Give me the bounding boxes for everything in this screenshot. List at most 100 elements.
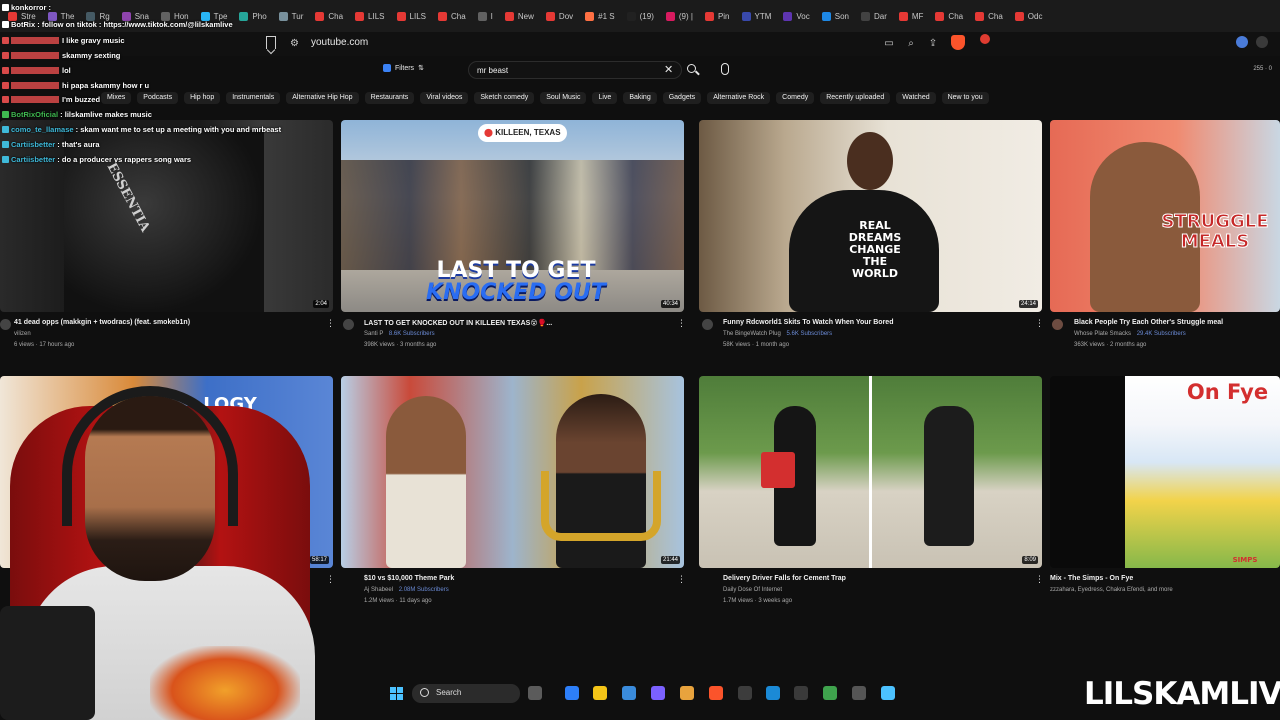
- video-title[interactable]: $10 vs $10,000 Theme Park: [364, 575, 454, 582]
- video-title[interactable]: Mix - The Simps - On Fye: [1050, 575, 1133, 582]
- windows-start-icon[interactable]: [390, 687, 403, 700]
- more-options-icon[interactable]: ⋮: [1035, 575, 1044, 584]
- site-settings-icon[interactable]: ⚙: [290, 38, 299, 49]
- copilot-icon[interactable]: [565, 686, 579, 700]
- channel-name[interactable]: Santi P: [364, 331, 383, 337]
- video-title[interactable]: LAST TO GET KNOCKED OUT IN KILLEEN TEXAS…: [364, 319, 552, 327]
- filter-chip[interactable]: Comedy: [776, 92, 815, 104]
- channel-name[interactable]: The BingeWatch Plug: [723, 331, 781, 337]
- extension-icon[interactable]: [1236, 36, 1248, 48]
- channel-name[interactable]: vilizen: [14, 331, 31, 337]
- video-thumbnail[interactable]: 21:44: [341, 376, 684, 568]
- file-explorer-icon[interactable]: [593, 686, 607, 700]
- filter-chip[interactable]: Mixes: [101, 92, 132, 104]
- browser-tab[interactable]: YTM: [736, 3, 778, 29]
- filter-chip[interactable]: Recently uploaded: [820, 92, 891, 104]
- channel-name[interactable]: Daily Dose Of Internet: [723, 587, 782, 593]
- subscriber-count: 8.6K Subscribers: [388, 331, 435, 337]
- browser-tab[interactable]: Cha: [432, 3, 472, 29]
- tab-label: Dov: [558, 11, 574, 21]
- filter-chip[interactable]: New to you: [941, 92, 989, 104]
- filter-chip[interactable]: Alternative Hip Hop: [286, 92, 359, 104]
- filter-chip[interactable]: Restaurants: [364, 92, 415, 104]
- browser-tab[interactable]: Tur: [273, 3, 310, 29]
- channel-name[interactable]: Aj Shabeel: [364, 587, 393, 593]
- filters-button[interactable]: Filters ⇅: [383, 64, 424, 72]
- clear-search-icon[interactable]: ✕: [664, 63, 673, 76]
- channel-avatar[interactable]: [343, 319, 354, 330]
- more-options-icon[interactable]: ⋮: [677, 319, 686, 328]
- share-icon[interactable]: ⇪: [926, 36, 940, 50]
- obs-icon[interactable]: [738, 686, 752, 700]
- browser-tab[interactable]: Son: [816, 3, 855, 29]
- video-title[interactable]: Black People Try Each Other's Struggle m…: [1074, 319, 1223, 326]
- filter-chip[interactable]: Instrumentals: [226, 92, 281, 104]
- url-text[interactable]: youtube.com: [311, 37, 368, 48]
- browser-tab[interactable]: Cha: [309, 3, 349, 29]
- app-icon[interactable]: [794, 686, 808, 700]
- browser-tab[interactable]: Pin: [699, 3, 736, 29]
- chat-username-hidden: [11, 37, 59, 44]
- filter-chip[interactable]: Alternative Rock: [707, 92, 771, 104]
- browser-tab[interactable]: New: [499, 3, 540, 29]
- browser-tab[interactable]: (9) |: [660, 3, 699, 29]
- channel-name[interactable]: zzzahara, Eyedress, Chakra Efendi, and m…: [1050, 587, 1173, 593]
- browser-tab[interactable]: Odc: [1009, 3, 1049, 29]
- browser-tab[interactable]: Cha: [969, 3, 1009, 29]
- filter-chip[interactable]: Sketch comedy: [474, 92, 535, 104]
- filter-chip[interactable]: Gadgets: [662, 92, 702, 104]
- steam-icon[interactable]: [766, 686, 780, 700]
- browser-tab[interactable]: Dov: [540, 3, 579, 29]
- search-icon[interactable]: [686, 63, 700, 77]
- bookmark-icon[interactable]: [266, 36, 276, 49]
- mic-icon[interactable]: [721, 63, 729, 75]
- browser-tab[interactable]: MF: [893, 3, 930, 29]
- video-thumbnail[interactable]: 8:09: [699, 376, 1042, 568]
- video-title[interactable]: 41 dead opps (makkgin + twodracs) (feat.…: [14, 319, 190, 326]
- filter-chip[interactable]: Soul Music: [540, 92, 587, 104]
- filter-chip[interactable]: Live: [592, 92, 618, 104]
- browser-tab[interactable]: (19): [621, 3, 660, 29]
- filter-chip[interactable]: Watched: [896, 92, 936, 104]
- filter-chip[interactable]: Baking: [623, 92, 657, 104]
- browser-tab[interactable]: Pho: [233, 3, 272, 29]
- extension-icon[interactable]: [1256, 36, 1268, 48]
- more-options-icon[interactable]: ⋮: [677, 575, 686, 584]
- cast-icon[interactable]: ▭: [882, 36, 896, 50]
- xbox-icon[interactable]: [823, 686, 837, 700]
- brave-shields-icon[interactable]: [951, 35, 965, 50]
- channel-avatar[interactable]: [1052, 319, 1063, 330]
- brave-icon[interactable]: [709, 686, 723, 700]
- channel-avatar[interactable]: [702, 319, 713, 330]
- game-icon[interactable]: [680, 686, 694, 700]
- browser-tab[interactable]: LILS: [349, 3, 390, 29]
- video-thumbnail[interactable]: ⬤ KILLEEN, TEXAS LAST TO GET KNOCKED OUT…: [341, 120, 684, 312]
- browser-tab[interactable]: #1 S: [579, 3, 620, 29]
- video-thumbnail[interactable]: STRUGGLE MEALS: [1050, 120, 1280, 312]
- browser-tab[interactable]: Dar: [855, 3, 893, 29]
- video-thumbnail[interactable]: REAL DREAMS CHANGE THE WORLD 24:14: [699, 120, 1042, 312]
- filter-chip[interactable]: Viral videos: [420, 92, 469, 104]
- zoom-icon[interactable]: ⌕: [904, 36, 918, 50]
- browser-tab[interactable]: Cha: [929, 3, 969, 29]
- video-title[interactable]: Funny Rdcworld1 Skits To Watch When Your…: [723, 319, 893, 326]
- more-options-icon[interactable]: ⋮: [326, 319, 335, 328]
- filter-chip[interactable]: Hip hop: [184, 92, 221, 104]
- channel-name[interactable]: Whose Plate Smacks: [1074, 331, 1131, 337]
- browser-tab[interactable]: Voc: [777, 3, 815, 29]
- search-box[interactable]: [468, 61, 682, 79]
- discord-icon[interactable]: [651, 686, 665, 700]
- notepad-icon[interactable]: [881, 686, 895, 700]
- widgets-icon[interactable]: [528, 686, 542, 700]
- browser-tab[interactable]: I: [472, 3, 499, 29]
- more-options-icon[interactable]: ⋮: [1035, 319, 1044, 328]
- browser-tab[interactable]: LILS: [391, 3, 432, 29]
- video-title[interactable]: Delivery Driver Falls for Cement Trap: [723, 575, 846, 582]
- search-input[interactable]: [477, 64, 657, 77]
- video-thumbnail[interactable]: On Fye SIMPS: [1050, 376, 1280, 568]
- chat-text: I'm buzzed: [62, 95, 101, 104]
- 4k-icon[interactable]: [852, 686, 866, 700]
- store-icon[interactable]: [622, 686, 636, 700]
- channel-avatar[interactable]: [0, 319, 11, 330]
- filter-chip[interactable]: Podcasts: [137, 92, 179, 104]
